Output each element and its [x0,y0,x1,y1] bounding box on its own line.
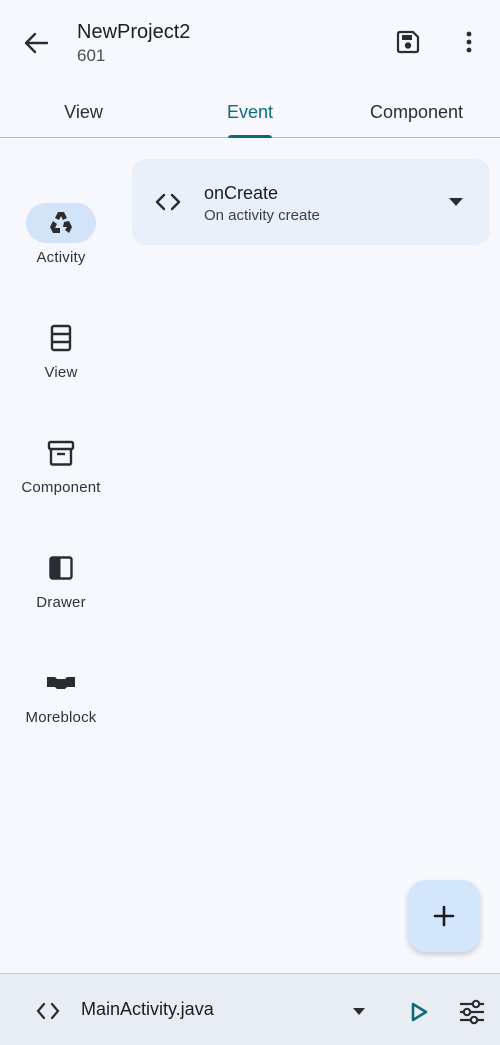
rail-icon-container [26,318,96,358]
event-description: On activity create [204,207,320,224]
archive-icon [47,440,75,466]
rail-label-view: View [44,364,78,381]
rail-item-component[interactable]: Component [0,433,122,513]
settings-button[interactable] [456,996,488,1028]
rail-icon-container [26,663,96,703]
run-button[interactable] [404,998,434,1026]
project-title: NewProject2 [77,21,191,43]
tune-icon [460,999,484,1025]
project-subtitle: 601 [77,46,106,65]
back-button[interactable] [18,26,54,60]
tab-view[interactable]: View [0,86,167,138]
rail-item-activity[interactable]: Activity [0,203,122,283]
code-icon [36,1002,60,1020]
rail-icon-container [26,433,96,473]
event-card[interactable]: onCreate On activity create [132,159,490,245]
play-icon [411,1002,428,1022]
tab-event[interactable]: Event [167,86,333,138]
rail-label-component: Component [21,479,101,496]
rail-item-view[interactable]: View [0,318,122,398]
recycle-icon [50,212,72,233]
save-button[interactable] [390,24,426,60]
title-block: NewProject2 601 [77,20,190,67]
drawer-icon [49,556,73,580]
save-icon [396,30,420,54]
rail-label-moreblock: Moreblock [25,709,97,726]
more-vert-icon [466,31,472,53]
navigation-rail: Activity View Component Drawer Moreblock [0,139,122,973]
rail-label-activity: Activity [36,249,86,266]
add-icon [433,905,455,927]
view-list-icon [50,324,72,352]
add-button[interactable] [408,880,480,952]
arrow-back-icon [24,32,49,54]
file-selector[interactable]: MainActivity.java [81,999,214,1020]
dropdown-arrow-icon[interactable] [352,1007,366,1016]
tab-bar: View Event Component [0,86,500,138]
tab-component[interactable]: Component [333,86,500,138]
more-options-button[interactable] [452,24,486,60]
block-icon [47,677,75,689]
app-bar: NewProject2 601 [0,0,500,86]
rail-active-indicator [26,203,96,243]
rail-item-drawer[interactable]: Drawer [0,548,122,628]
bottom-bar: MainActivity.java [0,973,500,1045]
rail-icon-container [26,548,96,588]
dropdown-arrow-icon[interactable] [448,197,464,207]
rail-label-drawer: Drawer [36,594,86,611]
rail-item-moreblock[interactable]: Moreblock [0,663,122,743]
tab-indicator [228,135,272,138]
event-name: onCreate [204,183,279,203]
code-icon [155,193,181,211]
